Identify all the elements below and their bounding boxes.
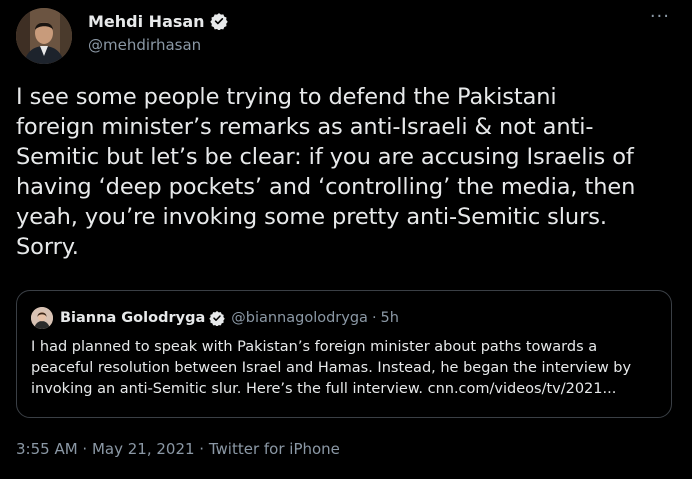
author-handle[interactable]: @mehdirhasan <box>88 36 228 54</box>
quoted-tweet[interactable]: Bianna Golodryga @biannagolodryga · 5h I… <box>16 290 672 418</box>
quoted-tweet-text: I had planned to speak with Pakistan’s f… <box>31 339 632 397</box>
tweet-card: Mehdi Hasan @mehdirhasan ··· I see some … <box>0 0 692 479</box>
more-options-icon[interactable]: ··· <box>650 6 670 27</box>
author-avatar[interactable] <box>16 8 72 64</box>
author-info: Mehdi Hasan @mehdirhasan <box>88 10 228 54</box>
quoted-tweet-header: Bianna Golodryga @biannagolodryga · 5h <box>31 307 399 329</box>
tweet-text: I see some people trying to defend the P… <box>16 84 636 260</box>
quoted-separator: · <box>371 310 377 326</box>
verified-badge-icon <box>209 12 228 31</box>
quoted-display-name[interactable]: Bianna Golodryga <box>60 310 205 326</box>
tweet-timestamp[interactable]: 3:55 AM · May 21, 2021 · Twitter for iPh… <box>16 440 340 458</box>
author-name-row: Mehdi Hasan <box>88 10 228 32</box>
quoted-verified-badge-icon <box>209 310 225 327</box>
quoted-profile-photo-icon <box>31 307 53 329</box>
profile-photo-icon <box>16 8 72 64</box>
author-display-name[interactable]: Mehdi Hasan <box>88 12 205 31</box>
quoted-handle[interactable]: @biannagolodryga <box>231 310 368 326</box>
quoted-time[interactable]: 5h <box>381 310 399 326</box>
quoted-author-avatar[interactable] <box>31 307 53 329</box>
